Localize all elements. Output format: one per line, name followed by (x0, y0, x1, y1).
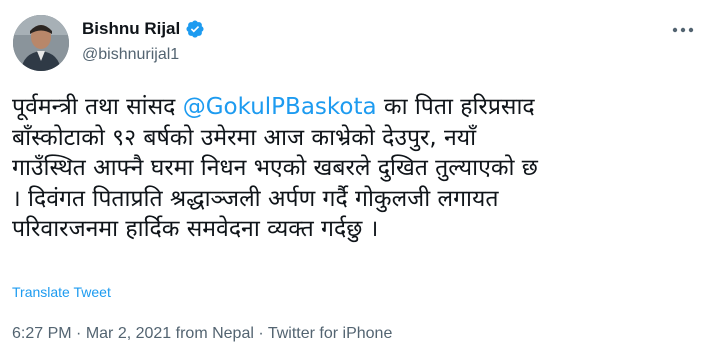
tweet-metadata: 6:27 PM · Mar 2, 2021 from Nepal · Twitt… (12, 325, 392, 343)
tweet-text-line: परिवारजनमा हार्दिक समवेदना व्यक्त गर्दछु… (12, 216, 379, 242)
more-horizontal-icon[interactable] (672, 26, 694, 34)
tweet-text-segment: पूर्वमन्त्री तथा सांसद (12, 94, 183, 120)
translate-tweet-link[interactable]: Translate Tweet (12, 284, 111, 300)
tweet-time[interactable]: 6:27 PM (12, 325, 72, 342)
avatar-image (13, 15, 69, 71)
tweet-text-line: बाँस्कोटाको ९२ बर्षको उमेरमा आज काभ्रेको… (12, 124, 477, 151)
tweet-date[interactable]: Mar 2, 2021 (86, 325, 171, 342)
author-name-row: Bishnu Rijal (82, 18, 205, 40)
tweet-text-line: । दिवंगत पिताप्रति श्रद्धाञ्जली अर्पण गर… (12, 185, 499, 212)
tweet-text-line: गाउँस्थित आफ्नै घरमा निधन भएको खबरले दुख… (12, 155, 538, 181)
meta-separator: · (253, 325, 268, 342)
tweet-text-line: पूर्वमन्त्री तथा सांसद @GokulPBaskota का… (12, 92, 712, 123)
avatar[interactable] (13, 15, 69, 71)
tweet-location: from Nepal (171, 325, 254, 342)
tweet-text: पूर्वमन्त्री तथा सांसद @GokulPBaskota का… (12, 92, 712, 245)
tweet-card: Bishnu Rijal @bishnurijal1 पूर्वमन्त्री … (0, 0, 719, 362)
tweet-source[interactable]: Twitter for iPhone (268, 325, 393, 342)
mention-link[interactable]: @GokulPBaskota (183, 94, 377, 120)
meta-separator: · (71, 325, 86, 342)
author-display-name[interactable]: Bishnu Rijal (82, 19, 180, 39)
author-handle[interactable]: @bishnurijal1 (82, 46, 179, 64)
tweet-text-segment: का पिता हरिप्रसाद (376, 94, 535, 120)
verified-badge-icon (186, 20, 204, 38)
